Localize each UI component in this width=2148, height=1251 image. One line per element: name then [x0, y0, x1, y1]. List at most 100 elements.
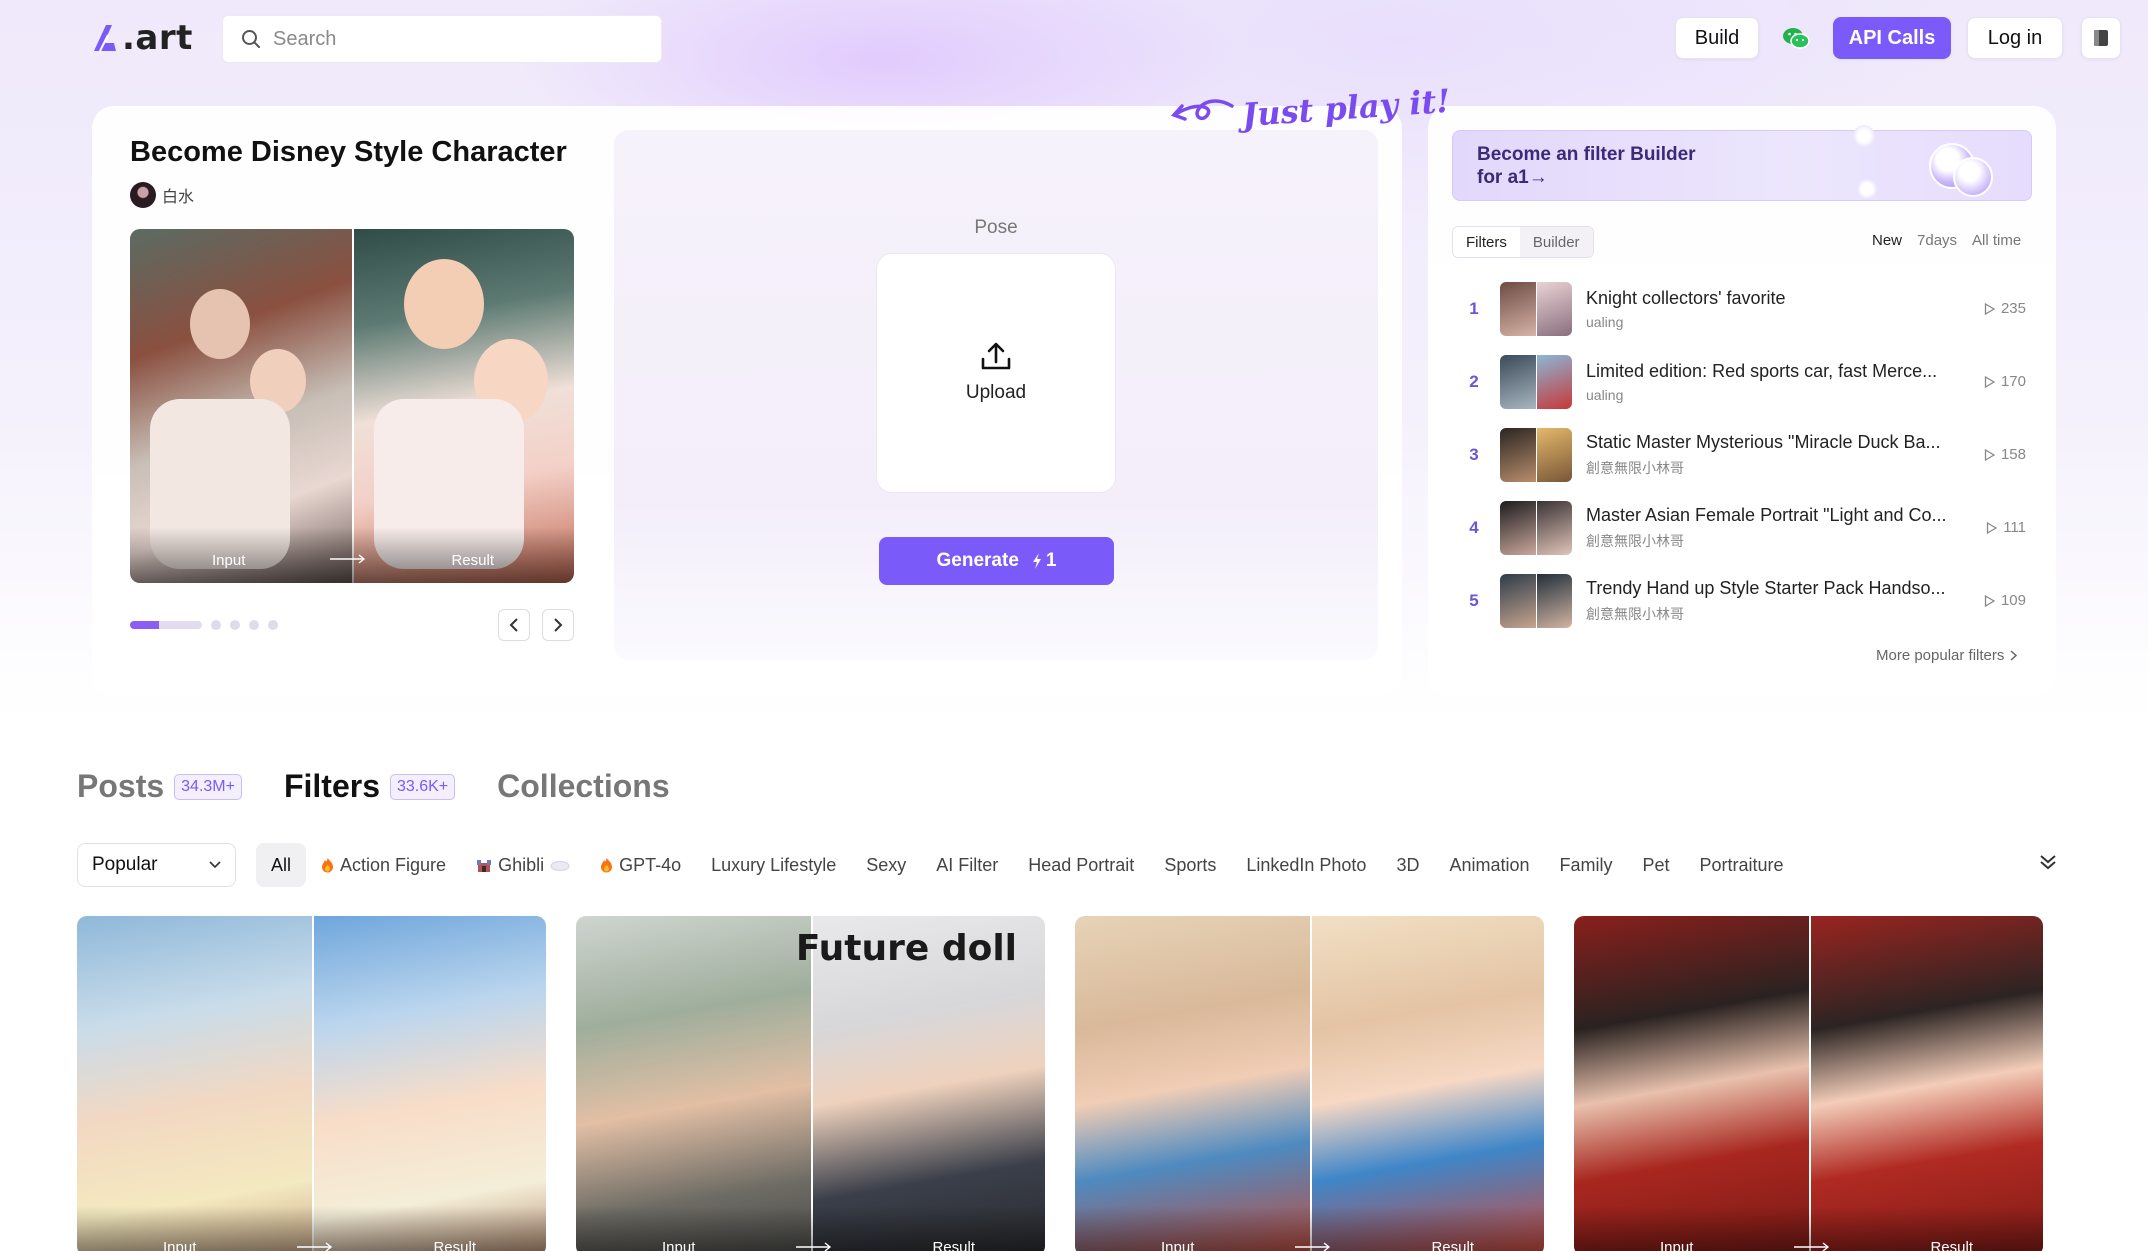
- coin-icon: [1857, 179, 1877, 199]
- docs-button[interactable]: [2081, 17, 2121, 59]
- rank-number: 5: [1469, 590, 1479, 610]
- category-label: GPT-4o: [619, 854, 682, 875]
- category-label: 3D: [1396, 854, 1420, 875]
- rank-count-value: 235: [2000, 300, 2026, 317]
- search-input[interactable]: [273, 27, 653, 51]
- slide-dot[interactable]: [211, 620, 221, 630]
- builder-banner[interactable]: Become an filter Builder for a1→: [1452, 125, 2032, 201]
- category-portraiture[interactable]: Portraiture: [1685, 843, 1799, 887]
- rank-thumbnail: [1500, 427, 1572, 482]
- filter-card[interactable]: Input Result: [1574, 916, 2043, 1251]
- period-all-time[interactable]: All time: [1972, 232, 2021, 249]
- tab-builder[interactable]: Builder: [1519, 227, 1593, 257]
- ranking-item[interactable]: 3 Static Master Mysterious "Miracle Duck…: [1452, 418, 2032, 491]
- card-result-label: Result: [1431, 1239, 1474, 1251]
- more-popular-filters-link[interactable]: More popular filters: [1876, 647, 2018, 664]
- slide-dot-active[interactable]: [130, 621, 202, 629]
- category-pet[interactable]: Pet: [1628, 843, 1685, 887]
- rank-thumbnail: [1500, 500, 1572, 555]
- card-caption: Input Result: [1574, 1206, 2043, 1251]
- generate-label: Generate: [936, 550, 1019, 571]
- sort-dropdown[interactable]: Popular: [77, 843, 236, 887]
- tab-filters-section[interactable]: Filters 33.6K+: [283, 768, 456, 805]
- category-all[interactable]: All: [256, 843, 307, 887]
- expand-categories-button[interactable]: [2038, 852, 2058, 877]
- category-animation[interactable]: Animation: [1434, 843, 1544, 887]
- category-luxury-lifestyle[interactable]: Luxury Lifestyle: [696, 843, 851, 887]
- filter-card[interactable]: Input Result: [1075, 916, 1544, 1251]
- play-icon: [1984, 302, 1995, 315]
- filter-card[interactable]: Input Result: [77, 916, 546, 1251]
- period-7days[interactable]: 7days: [1917, 232, 1957, 249]
- category-ghibli[interactable]: Ghibli: [461, 843, 585, 887]
- filter-card[interactable]: Future doll Input Result: [576, 916, 1045, 1251]
- category-ai-filter[interactable]: AI Filter: [921, 843, 1013, 887]
- category-family[interactable]: Family: [1545, 843, 1628, 887]
- category-sports[interactable]: Sports: [1149, 843, 1231, 887]
- category-gpt-4o[interactable]: GPT-4o: [585, 843, 696, 887]
- card-result-image: [1309, 916, 1544, 1251]
- curly-arrow-icon: [1170, 99, 1234, 121]
- rank-count-value: 158: [2000, 446, 2026, 463]
- filter-preview[interactable]: Input Result: [130, 229, 574, 583]
- castle-icon: [477, 860, 492, 872]
- ranking-item[interactable]: 2 Limited edition: Red sports car, fast …: [1452, 345, 2032, 418]
- card-result-image: [311, 916, 546, 1251]
- ranking-period[interactable]: New 7days All time: [1872, 232, 2021, 249]
- rank-title: Master Asian Female Portrait "Light and …: [1586, 504, 1947, 525]
- rank-thumbnail: [1500, 573, 1572, 628]
- chevron-left-icon: [509, 618, 518, 632]
- category-label: Portraiture: [1699, 854, 1784, 875]
- site-logo[interactable]: .art: [90, 18, 193, 58]
- play-icon: [1987, 521, 1998, 534]
- category-label: LinkedIn Photo: [1246, 854, 1367, 875]
- category-label: Sports: [1164, 854, 1217, 875]
- ranking-item[interactable]: 1 Knight collectors' favorite ualing 235: [1452, 272, 2032, 345]
- category-linkedin-photo[interactable]: LinkedIn Photo: [1231, 843, 1381, 887]
- rank-user: ualing: [1586, 386, 1624, 403]
- card-input-label: Input: [662, 1239, 696, 1251]
- ranking-tabs[interactable]: Filters Builder: [1452, 226, 1594, 258]
- book-icon: [2094, 30, 2108, 46]
- arrow-right-icon: [1793, 1242, 1830, 1251]
- rank-use-count: 170: [1984, 373, 2026, 390]
- search-bar[interactable]: [222, 15, 662, 63]
- logo-text: .art: [122, 18, 193, 58]
- rank-count-value: 170: [2000, 373, 2026, 390]
- arrow-right-icon: [795, 1242, 832, 1251]
- category-label: Ghibli: [498, 854, 545, 875]
- banner-line-1: Become an filter Builder: [1477, 144, 1696, 165]
- login-button[interactable]: Log in: [1967, 17, 2063, 59]
- card-result-image: [1808, 916, 2043, 1251]
- generate-button[interactable]: Generate 1: [879, 537, 1114, 585]
- lightning-icon: [1032, 553, 1041, 569]
- category-3d[interactable]: 3D: [1381, 843, 1434, 887]
- api-calls-button[interactable]: API Calls: [1833, 17, 1951, 59]
- rank-use-count: 158: [1984, 446, 2026, 463]
- content-section-tabs: Posts 34.3M+ Filters 33.6K+ Collections: [77, 768, 712, 805]
- category-head-portrait[interactable]: Head Portrait: [1013, 843, 1149, 887]
- build-button[interactable]: Build: [1675, 17, 1759, 59]
- wechat-button[interactable]: [1775, 17, 1817, 59]
- card-input-label: Input: [1660, 1239, 1694, 1251]
- slide-dot[interactable]: [230, 620, 240, 630]
- tab-filters-label: Filters: [283, 768, 380, 804]
- category-action-figure[interactable]: Action Figure: [306, 843, 461, 887]
- slide-prev-button[interactable]: [498, 609, 530, 641]
- tab-posts[interactable]: Posts 34.3M+: [77, 768, 242, 805]
- ranking-item[interactable]: 5 Trendy Hand up Style Starter Pack Hand…: [1452, 564, 2032, 637]
- tab-collections[interactable]: Collections: [497, 768, 669, 805]
- period-new[interactable]: New: [1872, 232, 1902, 249]
- rank-user: 創意無限小林哥: [1586, 459, 1684, 476]
- tab-filters[interactable]: Filters: [1453, 227, 1520, 257]
- slide-next-button[interactable]: [542, 609, 574, 641]
- rank-count-value: 111: [2003, 519, 2026, 536]
- filter-author[interactable]: 白水: [130, 182, 194, 208]
- slide-indicator[interactable]: [130, 620, 278, 630]
- slide-dot[interactable]: [249, 620, 259, 630]
- tab-posts-label: Posts: [77, 768, 165, 804]
- slide-dot[interactable]: [268, 620, 278, 630]
- upload-dropzone[interactable]: Upload: [876, 253, 1116, 493]
- ranking-item[interactable]: 4 Master Asian Female Portrait "Light an…: [1452, 491, 2032, 564]
- category-sexy[interactable]: Sexy: [851, 843, 921, 887]
